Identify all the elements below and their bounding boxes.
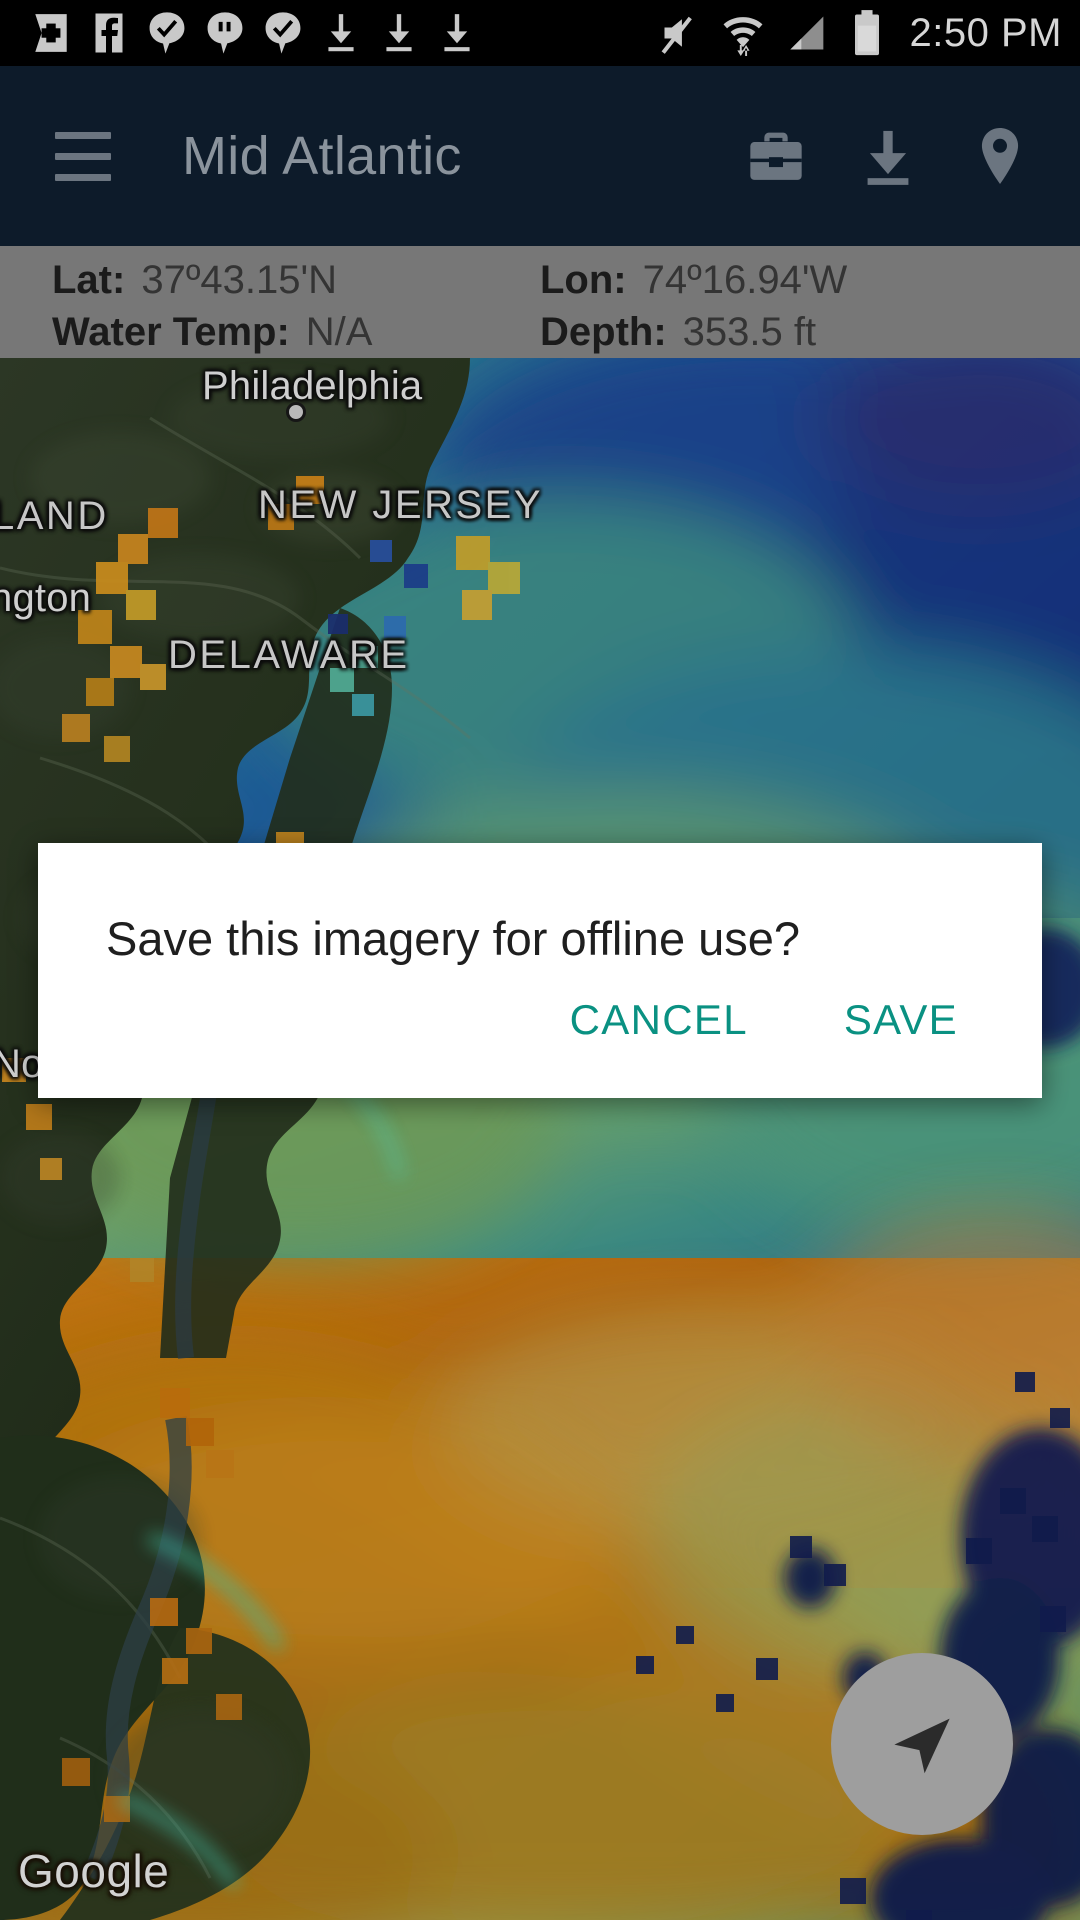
dialog-message: Save this imagery for offline use? [106, 912, 801, 965]
cancel-button[interactable]: CANCEL [544, 978, 774, 1062]
save-offline-dialog: Save this imagery for offline use? CANCE… [38, 843, 1042, 1098]
dialog-actions: CANCEL SAVE [38, 978, 1042, 1098]
save-button[interactable]: SAVE [818, 978, 984, 1062]
app-screen: Philadelphia NEW JERSEY LAND ngton DELAW… [0, 0, 1080, 1920]
